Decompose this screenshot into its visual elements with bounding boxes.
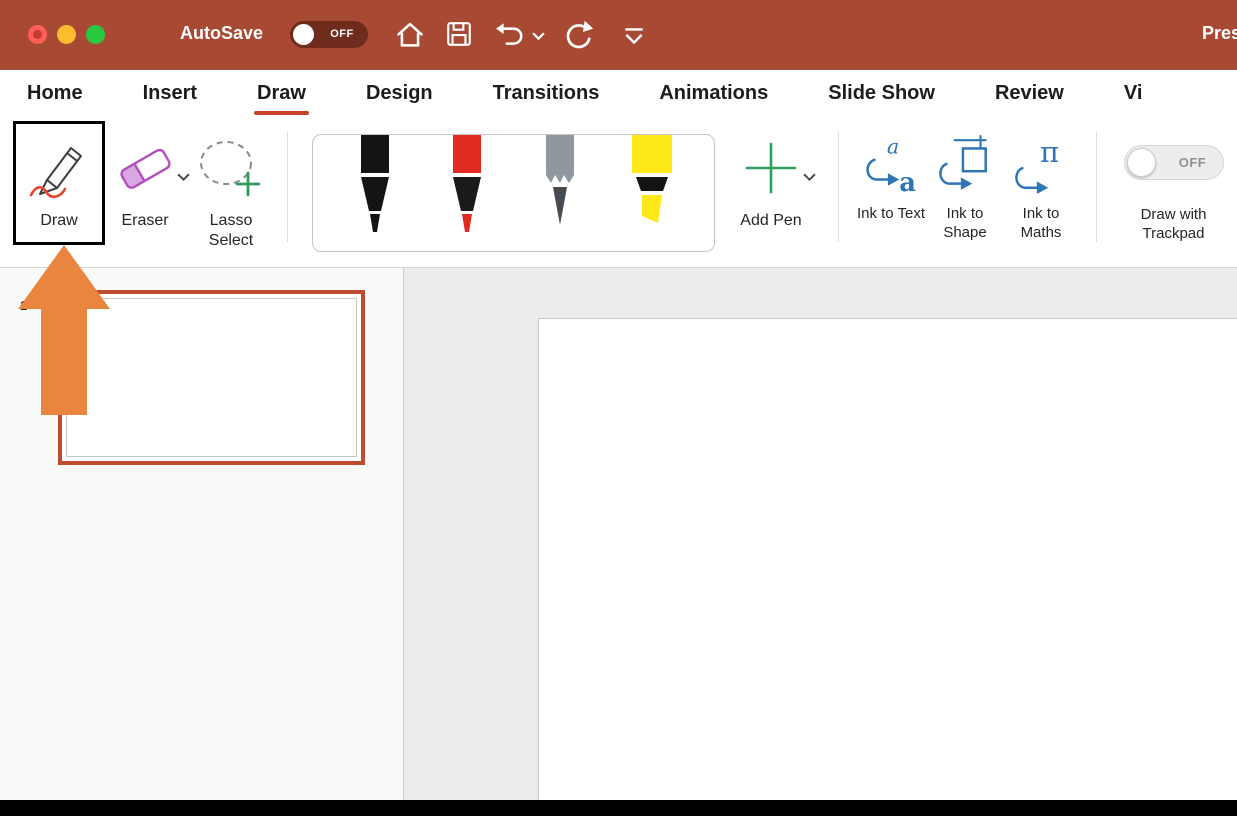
- trackpad-toggle-knob: [1126, 148, 1156, 177]
- main-content: 1: [0, 268, 1237, 800]
- slide-thumbnail-canvas: [66, 298, 357, 457]
- eraser-button[interactable]: Eraser: [104, 125, 190, 253]
- autosave-toggle-knob: [293, 24, 314, 45]
- tab-transitions[interactable]: Transitions: [492, 76, 601, 117]
- lasso-select-button[interactable]: Lasso Select: [188, 125, 274, 253]
- undo-dropdown-chevron-icon[interactable]: [532, 32, 545, 41]
- tab-design[interactable]: Design: [365, 76, 434, 117]
- home-icon[interactable]: [395, 20, 425, 50]
- traffic-lights: [28, 25, 105, 44]
- tab-slide-show[interactable]: Slide Show: [827, 76, 936, 117]
- ink-to-text-label: Ink to Text: [856, 205, 926, 222]
- close-window-button[interactable]: [28, 25, 47, 44]
- tab-draw[interactable]: Draw: [254, 76, 309, 117]
- add-pen-button[interactable]: Add Pen: [726, 125, 816, 253]
- tab-review[interactable]: Review: [994, 76, 1065, 117]
- ribbon-tabs: Home Insert Draw Design Transitions Anim…: [0, 70, 1237, 122]
- editor-area: [404, 268, 1237, 800]
- slide-canvas[interactable]: [538, 318, 1237, 800]
- trackpad-toggle-state: OFF: [1178, 155, 1207, 170]
- svg-text:a: a: [887, 135, 899, 159]
- lasso-select-icon: [200, 141, 261, 197]
- ink-to-maths-button[interactable]: π Ink to Maths: [1004, 125, 1078, 253]
- ink-to-shape-button[interactable]: Ink to Shape: [928, 125, 1002, 253]
- ink-to-text-button[interactable]: a a Ink to Text: [854, 125, 928, 253]
- red-pen-icon[interactable]: [436, 135, 498, 235]
- gray-pencil-icon[interactable]: [529, 135, 591, 235]
- svg-text:a: a: [899, 168, 916, 195]
- svg-text:π: π: [1040, 135, 1059, 169]
- document-title: Pres: [1201, 23, 1237, 43]
- slide-thumbnails-panel: 1: [0, 268, 404, 800]
- ink-to-text-icon: a a: [866, 135, 916, 195]
- ribbon-separator: [838, 132, 839, 242]
- autosave-label: AutoSave: [180, 23, 264, 43]
- add-pen-dropdown-chevron-icon[interactable]: [803, 173, 816, 182]
- autosave-toggle-state: OFF: [330, 28, 354, 40]
- window-bottom-edge: [0, 800, 1237, 816]
- draw-with-trackpad-group: OFF Draw with Trackpad: [1110, 125, 1237, 253]
- draw-tool-button[interactable]: Draw: [16, 125, 102, 253]
- yellow-highlighter-icon[interactable]: [621, 135, 683, 235]
- draw-ribbon: Draw Eraser Lasso Select Add Pen a a Ink…: [0, 122, 1237, 268]
- draw-with-trackpad-label: Draw with Trackpad: [1140, 206, 1207, 242]
- tab-insert[interactable]: Insert: [142, 76, 198, 117]
- add-pen-plus-icon: [745, 142, 797, 194]
- pen-gallery: [312, 134, 715, 252]
- ink-to-maths-label: Ink to Maths: [1020, 205, 1062, 241]
- undo-icon[interactable]: [494, 20, 526, 48]
- add-pen-label: Add Pen: [740, 212, 802, 229]
- tab-view[interactable]: Vi: [1123, 76, 1144, 117]
- lasso-select-label: Lasso Select: [208, 212, 254, 249]
- minimize-window-button[interactable]: [57, 25, 76, 44]
- ribbon-separator: [287, 132, 288, 242]
- draw-with-trackpad-toggle[interactable]: OFF: [1123, 145, 1224, 180]
- save-icon[interactable]: [445, 20, 473, 48]
- tab-animations[interactable]: Animations: [658, 76, 769, 117]
- slide-number: 1: [20, 298, 28, 313]
- autosave-toggle[interactable]: OFF: [290, 21, 368, 48]
- powerpoint-window: AutoSave OFF Pres Home Insert Draw Desig…: [0, 0, 1237, 816]
- redo-icon[interactable]: [562, 20, 596, 52]
- ribbon-separator: [1096, 132, 1097, 242]
- ink-to-shape-label: Ink to Shape: [943, 205, 987, 241]
- toolbar-options-icon[interactable]: [622, 27, 646, 45]
- black-pen-icon[interactable]: [344, 135, 406, 235]
- draw-pen-icon: [29, 147, 82, 199]
- titlebar: AutoSave OFF Pres: [0, 0, 1237, 70]
- zoom-window-button[interactable]: [86, 25, 105, 44]
- eraser-label: Eraser: [121, 212, 169, 229]
- slide-thumbnail[interactable]: [58, 290, 365, 465]
- ink-to-shape-icon: [939, 135, 987, 190]
- draw-tool-label: Draw: [40, 212, 78, 229]
- eraser-icon: [120, 148, 171, 189]
- ink-to-maths-icon: π: [1015, 135, 1059, 194]
- tab-home[interactable]: Home: [26, 76, 84, 117]
